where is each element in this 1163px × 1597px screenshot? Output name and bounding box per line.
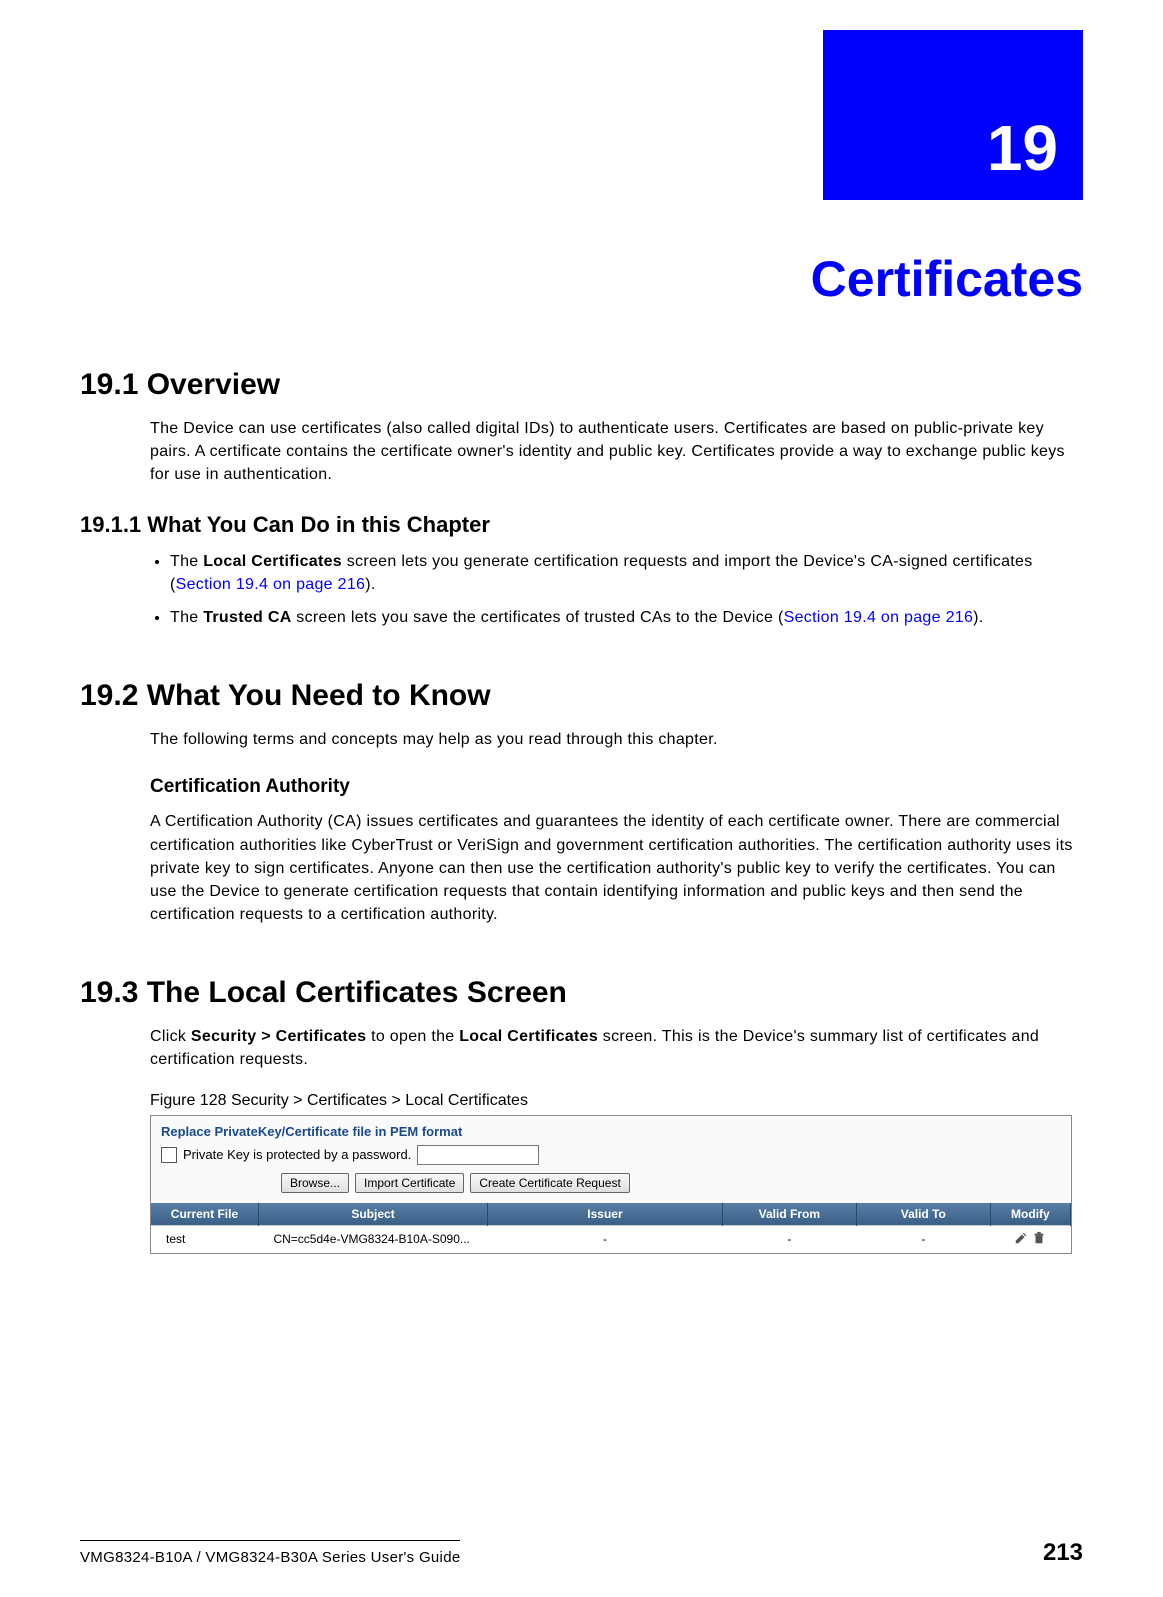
need-to-know-body: The following terms and concepts may hel… (150, 728, 1083, 751)
footer-guide-name: VMG8324-B10A / VMG8324-B30A Series User'… (80, 1549, 460, 1566)
page-number: 213 (1043, 1539, 1083, 1567)
link-section-19-4-a[interactable]: Section 19.4 on page 216 (176, 576, 366, 593)
cert-authority-body: A Certification Authority (CA) issues ce… (150, 810, 1083, 926)
figure-128-caption: Figure 128 Security > Certificates > Loc… (150, 1092, 1083, 1110)
import-certificate-button[interactable]: Import Certificate (355, 1173, 464, 1193)
heading-19-1-1: 19.1.1 What You Can Do in this Chapter (80, 512, 1083, 538)
cell-valid-from: - (722, 1225, 856, 1253)
local-cert-body: Click Security > Certificates to open th… (150, 1025, 1083, 1071)
page-footer: VMG8324-B10A / VMG8324-B30A Series User'… (80, 1539, 1083, 1567)
edit-icon[interactable] (1014, 1231, 1028, 1245)
certificates-table: Current File Subject Issuer Valid From V… (151, 1203, 1071, 1253)
chapter-title: Certificates (80, 250, 1083, 308)
col-valid-to: Valid To (856, 1203, 990, 1226)
browse-button[interactable]: Browse... (281, 1173, 349, 1193)
chapter-number-box: 19 (823, 30, 1083, 200)
overview-body: The Device can use certificates (also ca… (150, 417, 1083, 487)
password-label: Private Key is protected by a password. (183, 1147, 411, 1162)
heading-19-1: 19.1 Overview (80, 368, 1083, 402)
delete-icon[interactable] (1032, 1231, 1046, 1245)
bullet-trusted-ca: The Trusted CA screen lets you save the … (170, 606, 1083, 629)
heading-19-3: 19.3 The Local Certificates Screen (80, 976, 1083, 1010)
password-input[interactable] (417, 1145, 539, 1165)
link-section-19-4-b[interactable]: Section 19.4 on page 216 (784, 609, 974, 626)
create-certificate-request-button[interactable]: Create Certificate Request (470, 1173, 629, 1193)
heading-cert-authority: Certification Authority (150, 776, 1083, 798)
cell-modify (990, 1225, 1070, 1253)
col-issuer: Issuer (488, 1203, 723, 1226)
bullet-local-certificates: The Local Certificates screen lets you g… (170, 550, 1083, 596)
cell-subject: CN=cc5d4e-VMG8324-B10A-S090... (258, 1225, 487, 1253)
table-row: test CN=cc5d4e-VMG8324-B10A-S090... - - … (151, 1225, 1071, 1253)
chapter-number: 19 (987, 111, 1058, 185)
col-valid-from: Valid From (722, 1203, 856, 1226)
heading-19-2: 19.2 What You Need to Know (80, 679, 1083, 713)
col-subject: Subject (258, 1203, 487, 1226)
local-certificates-panel: Replace PrivateKey/Certificate file in P… (150, 1115, 1072, 1254)
password-checkbox[interactable] (161, 1147, 177, 1163)
replace-pem-label: Replace PrivateKey/Certificate file in P… (161, 1124, 1061, 1139)
cell-issuer: - (488, 1225, 723, 1253)
cell-file: test (151, 1225, 258, 1253)
cell-valid-to: - (856, 1225, 990, 1253)
col-current-file: Current File (151, 1203, 258, 1226)
whatyoucando-list: The Local Certificates screen lets you g… (150, 550, 1083, 630)
col-modify: Modify (990, 1203, 1070, 1226)
